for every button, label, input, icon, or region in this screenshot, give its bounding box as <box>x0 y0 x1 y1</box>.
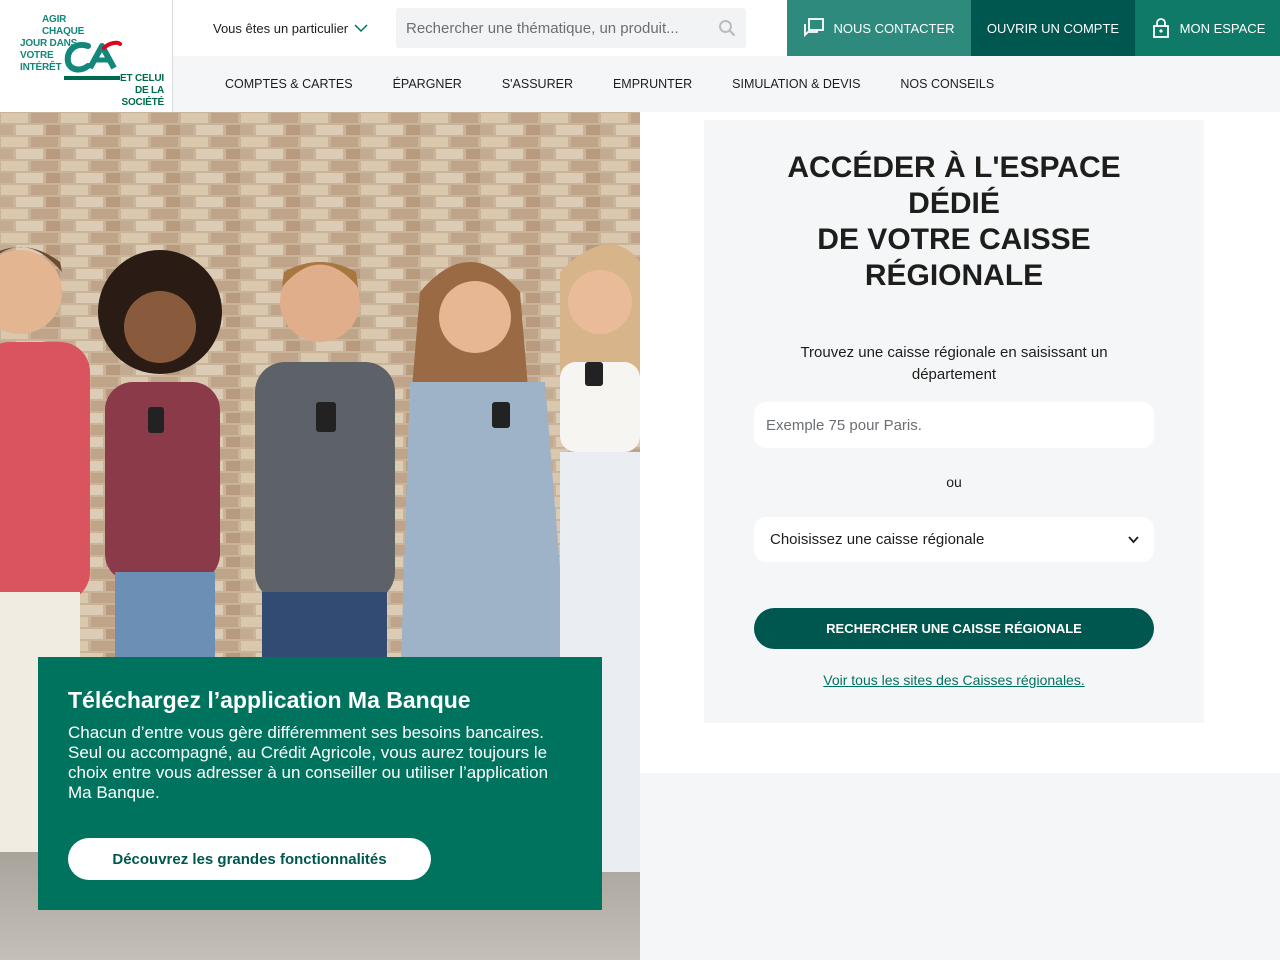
contact-label: NOUS CONTACTER <box>833 20 955 36</box>
all-regional-sites-link[interactable]: Voir tous les sites des Caisses régional… <box>704 672 1204 688</box>
search-input[interactable] <box>396 8 696 48</box>
contact-button[interactable]: NOUS CONTACTER <box>787 0 971 56</box>
regional-bank-finder: ACCÉDER À L'ESPACE DÉDIÉ DE VOTRE CAISSE… <box>704 120 1204 723</box>
main-nav: COMPTES & CARTES ÉPARGNER S'ASSURER EMPR… <box>173 56 1280 112</box>
search-regional-bank-button[interactable]: RECHERCHER UNE CAISSE RÉGIONALE <box>754 608 1154 649</box>
site-search <box>396 8 746 48</box>
brand-logo[interactable]: AGIR CHAQUE JOUR DANS VOTRE INTÉRÊT ET C… <box>0 0 173 112</box>
open-account-label: OUVRIR UN COMPTE <box>986 20 1120 36</box>
nav-item-simulation-devis[interactable]: SIMULATION & DEVIS <box>732 77 860 91</box>
chat-bubbles-icon <box>804 18 825 38</box>
profile-label: Vous êtes un particulier <box>213 20 349 36</box>
my-space-label: MON ESPACE <box>1179 20 1266 36</box>
finder-hint: Trouvez une caisse régionale en saisissa… <box>800 344 1108 383</box>
nav-item-emprunter[interactable]: EMPRUNTER <box>613 77 692 91</box>
select-value: Choisissez une caisse régionale <box>770 531 985 548</box>
site-header: AGIR CHAQUE JOUR DANS VOTRE INTÉRÊT ET C… <box>0 0 1280 112</box>
promo-title: Téléchargez l’application Ma Banque <box>68 687 471 713</box>
promo-text-2: Seul ou accompagné, au Crédit Agricole, … <box>68 743 549 802</box>
or-separator: ou <box>946 474 962 490</box>
lock-icon <box>1152 18 1169 38</box>
logo-tagline-bottom: ET CELUI DE LA SOCIÉTÉ <box>120 73 164 108</box>
nav-item-sassurer[interactable]: S'ASSURER <box>502 77 573 91</box>
department-input[interactable] <box>754 402 1154 448</box>
promo-text-1: Chacun d’entre vous gère différemment se… <box>68 723 544 742</box>
discover-features-button[interactable]: Découvrez les grandes fonctionnalités <box>68 838 431 880</box>
my-space-button[interactable]: MON ESPACE <box>1135 0 1280 56</box>
nav-item-epargner[interactable]: ÉPARGNER <box>393 77 462 91</box>
regional-bank-select[interactable]: Choisissez une caisse régionale <box>754 517 1154 562</box>
search-icon[interactable] <box>718 19 736 37</box>
app-promo-card: Téléchargez l’application Ma Banque Chac… <box>38 657 602 910</box>
nav-item-comptes-cartes[interactable]: COMPTES & CARTES <box>225 77 353 91</box>
chevron-down-icon <box>1128 536 1139 544</box>
finder-title: ACCÉDER À L'ESPACE DÉDIÉ DE VOTRE CAISSE… <box>787 151 1121 292</box>
chevron-down-icon <box>354 24 368 33</box>
open-account-button[interactable]: OUVRIR UN COMPTE <box>971 0 1135 56</box>
nav-item-nos-conseils[interactable]: NOS CONSEILS <box>900 77 994 91</box>
profile-selector[interactable]: Vous êtes un particulier <box>213 18 368 38</box>
